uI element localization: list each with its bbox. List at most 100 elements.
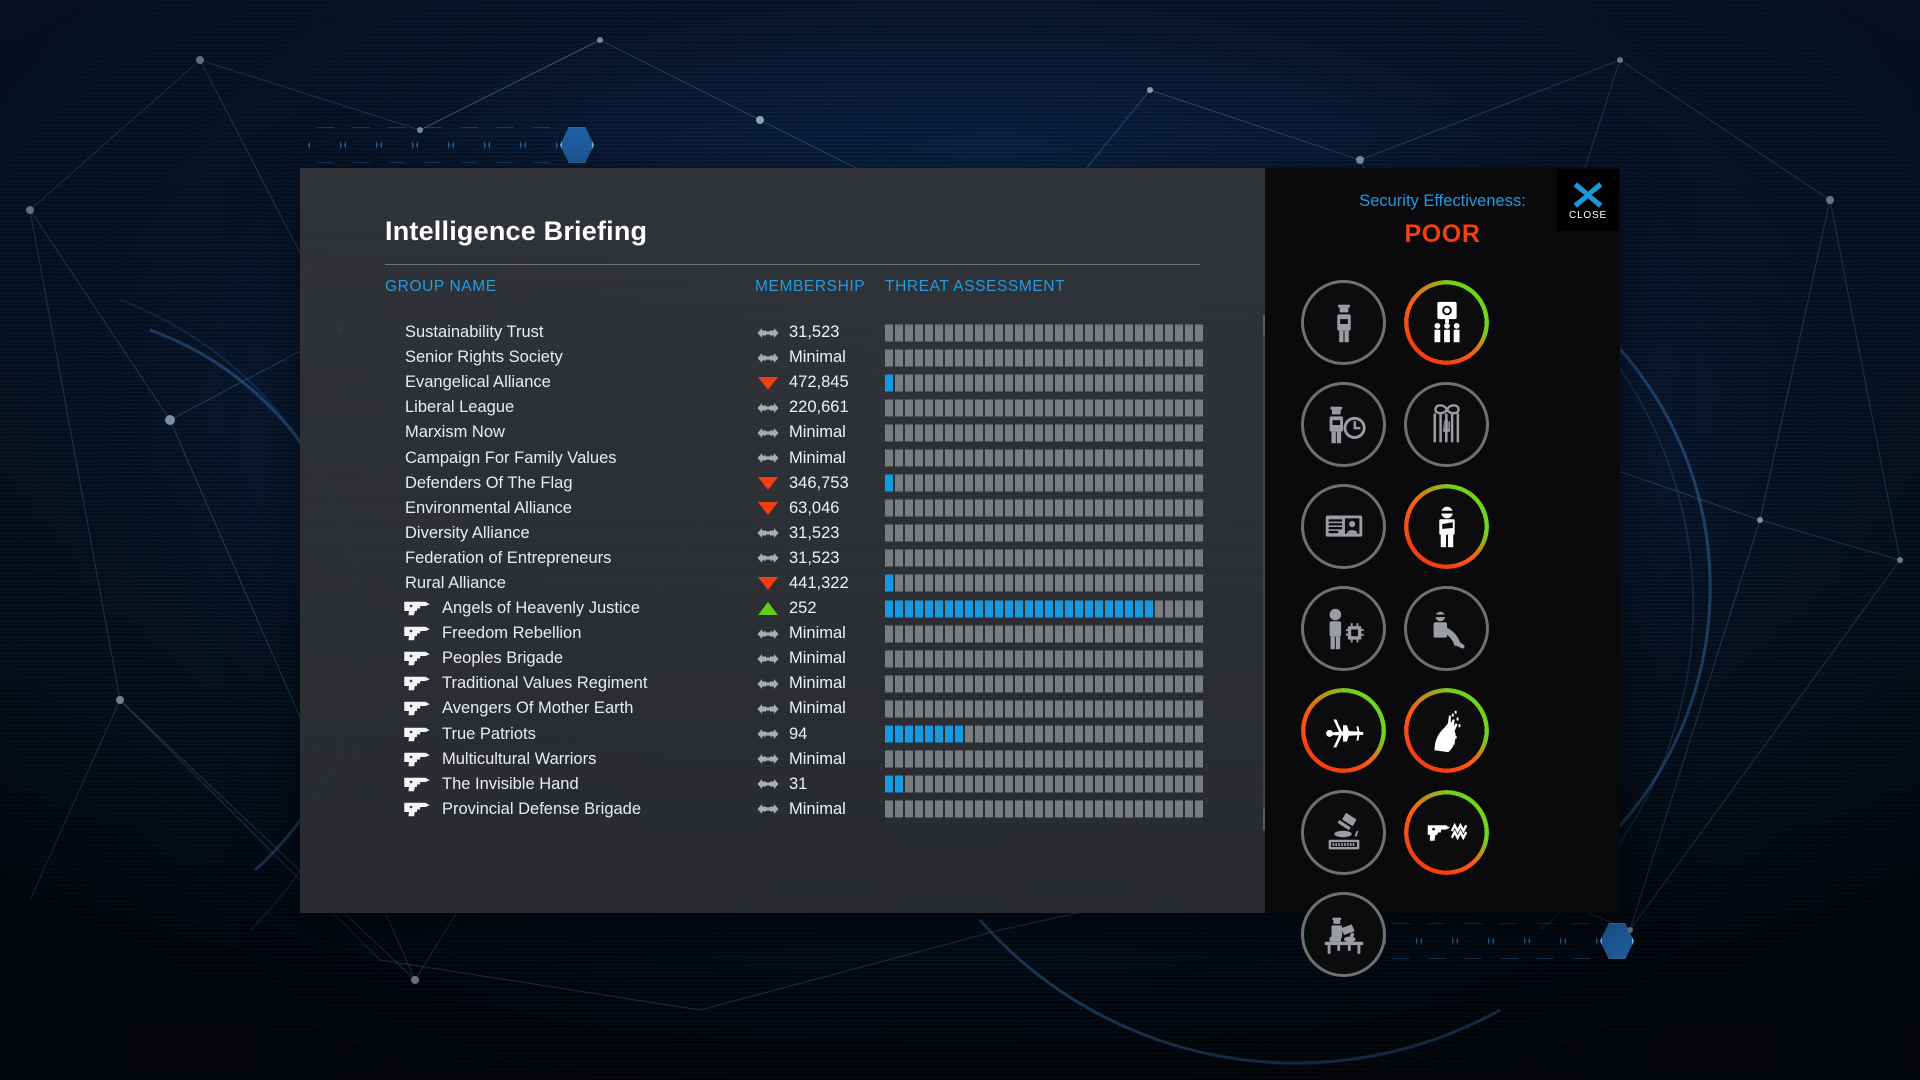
table-row[interactable]: Federation of Entrepreneurs 31,523 [385,546,1265,571]
threat-segment [974,424,984,442]
threat-segment [974,374,984,392]
table-row[interactable]: Campaign For Family Values Minimal [385,445,1265,470]
threat-segment [885,700,894,718]
threat-segment [1094,474,1104,492]
threat-segment [1084,424,1094,442]
threat-segment [1074,474,1084,492]
threat-segment [1154,600,1163,618]
security-option-pistol-signal[interactable] [1404,790,1489,875]
security-option-prison-bars-hand[interactable] [1404,382,1489,467]
table-row[interactable]: Evangelical Alliance 472,845 [385,370,1265,395]
security-option-hand-grab[interactable] [1404,688,1489,773]
security-option-checkpoint-search[interactable] [1301,892,1386,977]
security-option-masked-person[interactable] [1404,484,1489,569]
table-row[interactable]: Environmental Alliance 63,046 [385,496,1265,521]
threat-segment [1014,700,1024,718]
threat-segment [1154,574,1163,592]
security-options-grid[interactable] [1301,280,1591,977]
threat-segment [1074,625,1084,643]
security-option-surveillance-drone[interactable] [1301,688,1386,773]
column-header-membership: MEMBERSHIP [755,278,866,295]
group-name-label: Rural Alliance [405,573,506,592]
table-row[interactable]: Avengers Of Mother Earth Minimal [385,696,1265,721]
table-row[interactable]: Traditional Values Regiment Minimal [385,671,1265,696]
threat-segment [954,675,964,693]
threat-segment [1044,349,1054,367]
table-row[interactable]: Angels of Heavenly Justice 252 [385,596,1265,621]
threat-segment [954,625,964,643]
table-row[interactable]: Multicultural Warriors Minimal [385,747,1265,772]
threat-segment [1114,424,1124,442]
threat-segment [944,424,954,442]
threat-segment [1074,574,1084,592]
threat-segment [1154,800,1163,818]
security-option-police-officer[interactable] [1301,280,1386,365]
threat-segment [1174,700,1183,718]
threat-segment [984,675,994,693]
security-option-person-microchip[interactable] [1301,586,1386,671]
close-button[interactable]: CLOSE [1557,169,1619,231]
threat-segment [994,524,1004,542]
threat-segment [1024,675,1034,693]
table-row[interactable]: The Invisible Hand 31 [385,772,1265,797]
security-option-gavel-censorship[interactable] [1301,790,1386,875]
table-row[interactable]: Peoples Brigade Minimal [385,646,1265,671]
threat-segment [964,775,974,793]
security-option-security-camera-crowd[interactable] [1404,280,1489,365]
membership-trend-indicator [757,776,779,792]
threat-segment [984,800,994,818]
threat-segment [1094,600,1104,618]
threat-segment [924,725,934,743]
column-header-row: GROUP NAME MEMBERSHIP THREAT ASSESSMENT [385,278,1265,308]
group-name-label: Freedom Rebellion [442,624,582,643]
trend-flat-icon [757,553,779,564]
trend-down-icon [758,477,778,491]
table-row[interactable]: Rural Alliance 441,322 [385,571,1265,596]
threat-segment [1024,650,1034,668]
threat-segment [1074,449,1084,467]
threat-segment [914,574,924,592]
security-option-id-card[interactable] [1301,484,1386,569]
table-row[interactable]: Liberal League 220,661 [385,395,1265,420]
threat-segment [1084,800,1094,818]
table-row[interactable]: Sustainability Trust 31,523 [385,320,1265,345]
threat-segment [1004,750,1014,768]
table-row[interactable]: True Patriots 94 [385,722,1265,747]
threat-segment [1144,600,1153,618]
threat-segment [954,650,964,668]
membership-value: Minimal [789,448,846,467]
membership-trend-indicator [757,375,779,391]
table-row[interactable]: Provincial Defense Brigade Minimal [385,797,1265,822]
threat-segment [1144,474,1153,492]
threat-segment [934,474,944,492]
threat-assessment-bar [885,574,1203,592]
threat-segment [1024,625,1034,643]
threat-segment [1114,700,1124,718]
threat-segment [1164,600,1173,618]
membership-trend-indicator [757,500,779,516]
threat-segment [894,750,904,768]
threat-segment [1064,700,1074,718]
threat-segment [954,800,964,818]
threat-segment [984,449,994,467]
table-row[interactable]: Senior Rights Society Minimal [385,345,1265,370]
trend-flat-icon [757,678,779,689]
table-row[interactable]: Freedom Rebellion Minimal [385,621,1265,646]
threat-segment [1094,775,1104,793]
security-option-wiretap-phone[interactable] [1404,586,1489,671]
threat-segment [894,374,904,392]
threat-segment [1084,324,1094,342]
threat-segment [885,399,894,417]
table-row[interactable]: Defenders Of The Flag 346,753 [385,471,1265,496]
table-row[interactable]: Marxism Now Minimal [385,420,1265,445]
threat-segment [1194,499,1203,517]
threat-segment [1164,675,1173,693]
threat-segment [1094,524,1104,542]
table-row[interactable]: Diversity Alliance 31,523 [385,521,1265,546]
group-list[interactable]: Sustainability Trust 31,523 Senior Rights … [385,320,1265,825]
security-option-officer-clock[interactable] [1301,382,1386,467]
threat-segment [894,474,904,492]
threat-segment [1104,474,1114,492]
threat-segment [1054,725,1064,743]
threat-segment [984,324,994,342]
